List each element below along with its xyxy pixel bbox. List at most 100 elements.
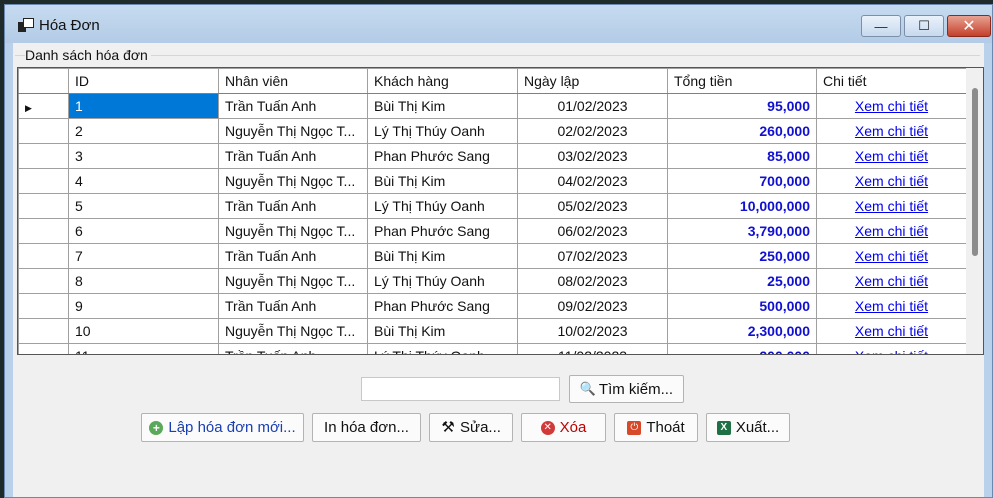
cell-khach-hang[interactable]: Phan Phước Sang xyxy=(367,293,518,319)
cell-ngay-lap[interactable]: 11/02/2023 xyxy=(517,343,668,354)
cell-tong-tien[interactable]: 95,000 xyxy=(667,93,817,119)
cell-nhan-vien[interactable]: Nguyễn Thị Ngọc T... xyxy=(218,118,368,144)
row-header[interactable] xyxy=(18,293,69,319)
print-invoice-button[interactable]: In hóa đơn... xyxy=(312,413,421,442)
view-detail-link[interactable]: Xem chi tiết xyxy=(855,173,928,189)
cell-ngay-lap[interactable]: 02/02/2023 xyxy=(517,118,668,144)
cell-khach-hang[interactable]: Lý Thị Thúy Oanh xyxy=(367,268,518,294)
view-detail-link[interactable]: Xem chi tiết xyxy=(855,273,928,289)
cell-khach-hang[interactable]: Phan Phước Sang xyxy=(367,218,518,244)
cell-nhan-vien[interactable]: Trần Tuấn Anh xyxy=(218,193,368,219)
cell-ngay-lap[interactable]: 03/02/2023 xyxy=(517,143,668,169)
table-row[interactable]: 8 Nguyễn Thị Ngọc T... Lý Thị Thúy Oanh 08/… xyxy=(18,268,967,294)
cell-tong-tien[interactable]: 3,790,000 xyxy=(667,218,817,244)
column-header-tong-tien[interactable]: Tổng tiền xyxy=(667,68,817,94)
row-header[interactable] xyxy=(18,343,69,354)
view-detail-link[interactable]: Xem chi tiết xyxy=(855,323,928,339)
row-header[interactable] xyxy=(18,168,69,194)
cell-ngay-lap[interactable]: 09/02/2023 xyxy=(517,293,668,319)
table-row[interactable]: ▶ 1 Trần Tuấn Anh Bùi Thị Kim 01/02/2023 95,0… xyxy=(18,93,967,119)
column-header-ngay-lap[interactable]: Ngày lập xyxy=(517,68,668,94)
close-button[interactable]: ✕ xyxy=(947,15,991,37)
table-row[interactable]: 4 Nguyễn Thị Ngọc T... Bùi Thị Kim 04/02/20… xyxy=(18,168,967,194)
table-row[interactable]: 11Trần Tuấn AnhLý Thị Thúy Oanh11/02/202… xyxy=(18,343,967,354)
cell-tong-tien[interactable]: 500,000 xyxy=(667,293,817,319)
table-row[interactable]: 6 Nguyễn Thị Ngọc T... Phan Phước Sang 06/0… xyxy=(18,218,967,244)
cell-khach-hang[interactable]: Bùi Thị Kim xyxy=(367,243,518,269)
cell-tong-tien[interactable]: 25,000 xyxy=(667,268,817,294)
cell-tong-tien[interactable]: 2,300,000 xyxy=(667,318,817,344)
cell-ngay-lap[interactable]: 05/02/2023 xyxy=(517,193,668,219)
row-header[interactable] xyxy=(18,268,69,294)
row-header[interactable] xyxy=(18,143,69,169)
row-header[interactable] xyxy=(18,193,69,219)
table-row[interactable]: 5 Trần Tuấn Anh Lý Thị Thúy Oanh 05/02/2023… xyxy=(18,193,967,219)
search-input[interactable] xyxy=(361,377,560,401)
cell-khach-hang[interactable]: Bùi Thị Kim xyxy=(367,168,518,194)
cell-id[interactable]: 6 xyxy=(68,218,219,244)
cell-nhan-vien[interactable]: Nguyễn Thị Ngọc T... xyxy=(218,168,368,194)
row-header[interactable] xyxy=(18,243,69,269)
cell-nhan-vien[interactable]: Nguyễn Thị Ngọc T... xyxy=(218,218,368,244)
cell-ngay-lap[interactable]: 04/02/2023 xyxy=(517,168,668,194)
cell-tong-tien[interactable]: 85,000 xyxy=(667,143,817,169)
view-detail-link[interactable]: Xem chi tiết xyxy=(855,123,928,139)
exit-button[interactable]: ⏻ Thoát xyxy=(614,413,698,442)
cell-tong-tien[interactable]: 200,000 xyxy=(667,343,817,354)
table-row[interactable]: 10 Nguyễn Thị Ngọc T... Bùi Thị Kim 10/02/2… xyxy=(18,318,967,344)
view-detail-link[interactable]: Xem chi tiết xyxy=(855,348,928,354)
cell-khach-hang[interactable]: Lý Thị Thúy Oanh xyxy=(367,343,518,354)
cell-ngay-lap[interactable]: 07/02/2023 xyxy=(517,243,668,269)
view-detail-link[interactable]: Xem chi tiết xyxy=(855,223,928,239)
cell-nhan-vien[interactable]: Trần Tuấn Anh xyxy=(218,93,368,119)
column-header-khach-hang[interactable]: Khách hàng xyxy=(367,68,518,94)
cell-khach-hang[interactable]: Bùi Thị Kim xyxy=(367,318,518,344)
search-button[interactable]: 🔍 Tìm kiếm... xyxy=(569,375,684,403)
vertical-scrollbar[interactable] xyxy=(966,68,983,354)
row-header[interactable]: ▶ xyxy=(18,93,69,119)
cell-tong-tien[interactable]: 700,000 xyxy=(667,168,817,194)
column-header-id[interactable]: ID xyxy=(68,68,219,94)
cell-tong-tien[interactable]: 250,000 xyxy=(667,243,817,269)
cell-id[interactable]: 1 xyxy=(68,93,219,119)
cell-nhan-vien[interactable]: Trần Tuấn Anh xyxy=(218,243,368,269)
cell-khach-hang[interactable]: Phan Phước Sang xyxy=(367,143,518,169)
view-detail-link[interactable]: Xem chi tiết xyxy=(855,198,928,214)
invoice-grid[interactable]: ID Nhân viên Khách hàng Ngày lập Tổng ti… xyxy=(17,67,984,355)
cell-id[interactable]: 3 xyxy=(68,143,219,169)
cell-id[interactable]: 4 xyxy=(68,168,219,194)
table-row[interactable]: 3 Trần Tuấn Anh Phan Phước Sang 03/02/2023 8… xyxy=(18,143,967,169)
cell-id[interactable]: 2 xyxy=(68,118,219,144)
title-bar[interactable]: Hóa Đơn — ☐ ✕ xyxy=(5,5,992,43)
export-button[interactable]: X Xuất... xyxy=(706,413,790,442)
minimize-button[interactable]: — xyxy=(861,15,901,37)
column-header-chi-tiet[interactable]: Chi tiết xyxy=(816,68,967,94)
table-row[interactable]: 2 Nguyễn Thị Ngọc T... Lý Thị Thúy Oanh 02/… xyxy=(18,118,967,144)
create-invoice-button[interactable]: + Lập hóa đơn mới... xyxy=(141,413,304,442)
cell-khach-hang[interactable]: Lý Thị Thúy Oanh xyxy=(367,118,518,144)
cell-khach-hang[interactable]: Bùi Thị Kim xyxy=(367,93,518,119)
edit-button[interactable]: ⚒ Sửa... xyxy=(429,413,513,442)
row-header[interactable] xyxy=(18,318,69,344)
cell-nhan-vien[interactable]: Trần Tuấn Anh xyxy=(218,143,368,169)
view-detail-link[interactable]: Xem chi tiết xyxy=(855,298,928,314)
delete-button[interactable]: ✕ Xóa xyxy=(521,413,606,442)
cell-nhan-vien[interactable]: Nguyễn Thị Ngọc T... xyxy=(218,268,368,294)
row-header[interactable] xyxy=(18,218,69,244)
cell-khach-hang[interactable]: Lý Thị Thúy Oanh xyxy=(367,193,518,219)
cell-id[interactable]: 9 xyxy=(68,293,219,319)
cell-tong-tien[interactable]: 10,000,000 xyxy=(667,193,817,219)
cell-id[interactable]: 7 xyxy=(68,243,219,269)
cell-ngay-lap[interactable]: 01/02/2023 xyxy=(517,93,668,119)
column-header-nhan-vien[interactable]: Nhân viên xyxy=(218,68,368,94)
maximize-button[interactable]: ☐ xyxy=(904,15,944,37)
table-row[interactable]: 7 Trần Tuấn Anh Bùi Thị Kim 07/02/2023 250,0… xyxy=(18,243,967,269)
cell-nhan-vien[interactable]: Nguyễn Thị Ngọc T... xyxy=(218,318,368,344)
cell-ngay-lap[interactable]: 08/02/2023 xyxy=(517,268,668,294)
cell-nhan-vien[interactable]: Trần Tuấn Anh xyxy=(218,343,368,354)
cell-ngay-lap[interactable]: 06/02/2023 xyxy=(517,218,668,244)
row-header[interactable] xyxy=(18,118,69,144)
view-detail-link[interactable]: Xem chi tiết xyxy=(855,248,928,264)
table-row[interactable]: 9 Trần Tuấn Anh Phan Phước Sang 09/02/2023 5… xyxy=(18,293,967,319)
cell-ngay-lap[interactable]: 10/02/2023 xyxy=(517,318,668,344)
